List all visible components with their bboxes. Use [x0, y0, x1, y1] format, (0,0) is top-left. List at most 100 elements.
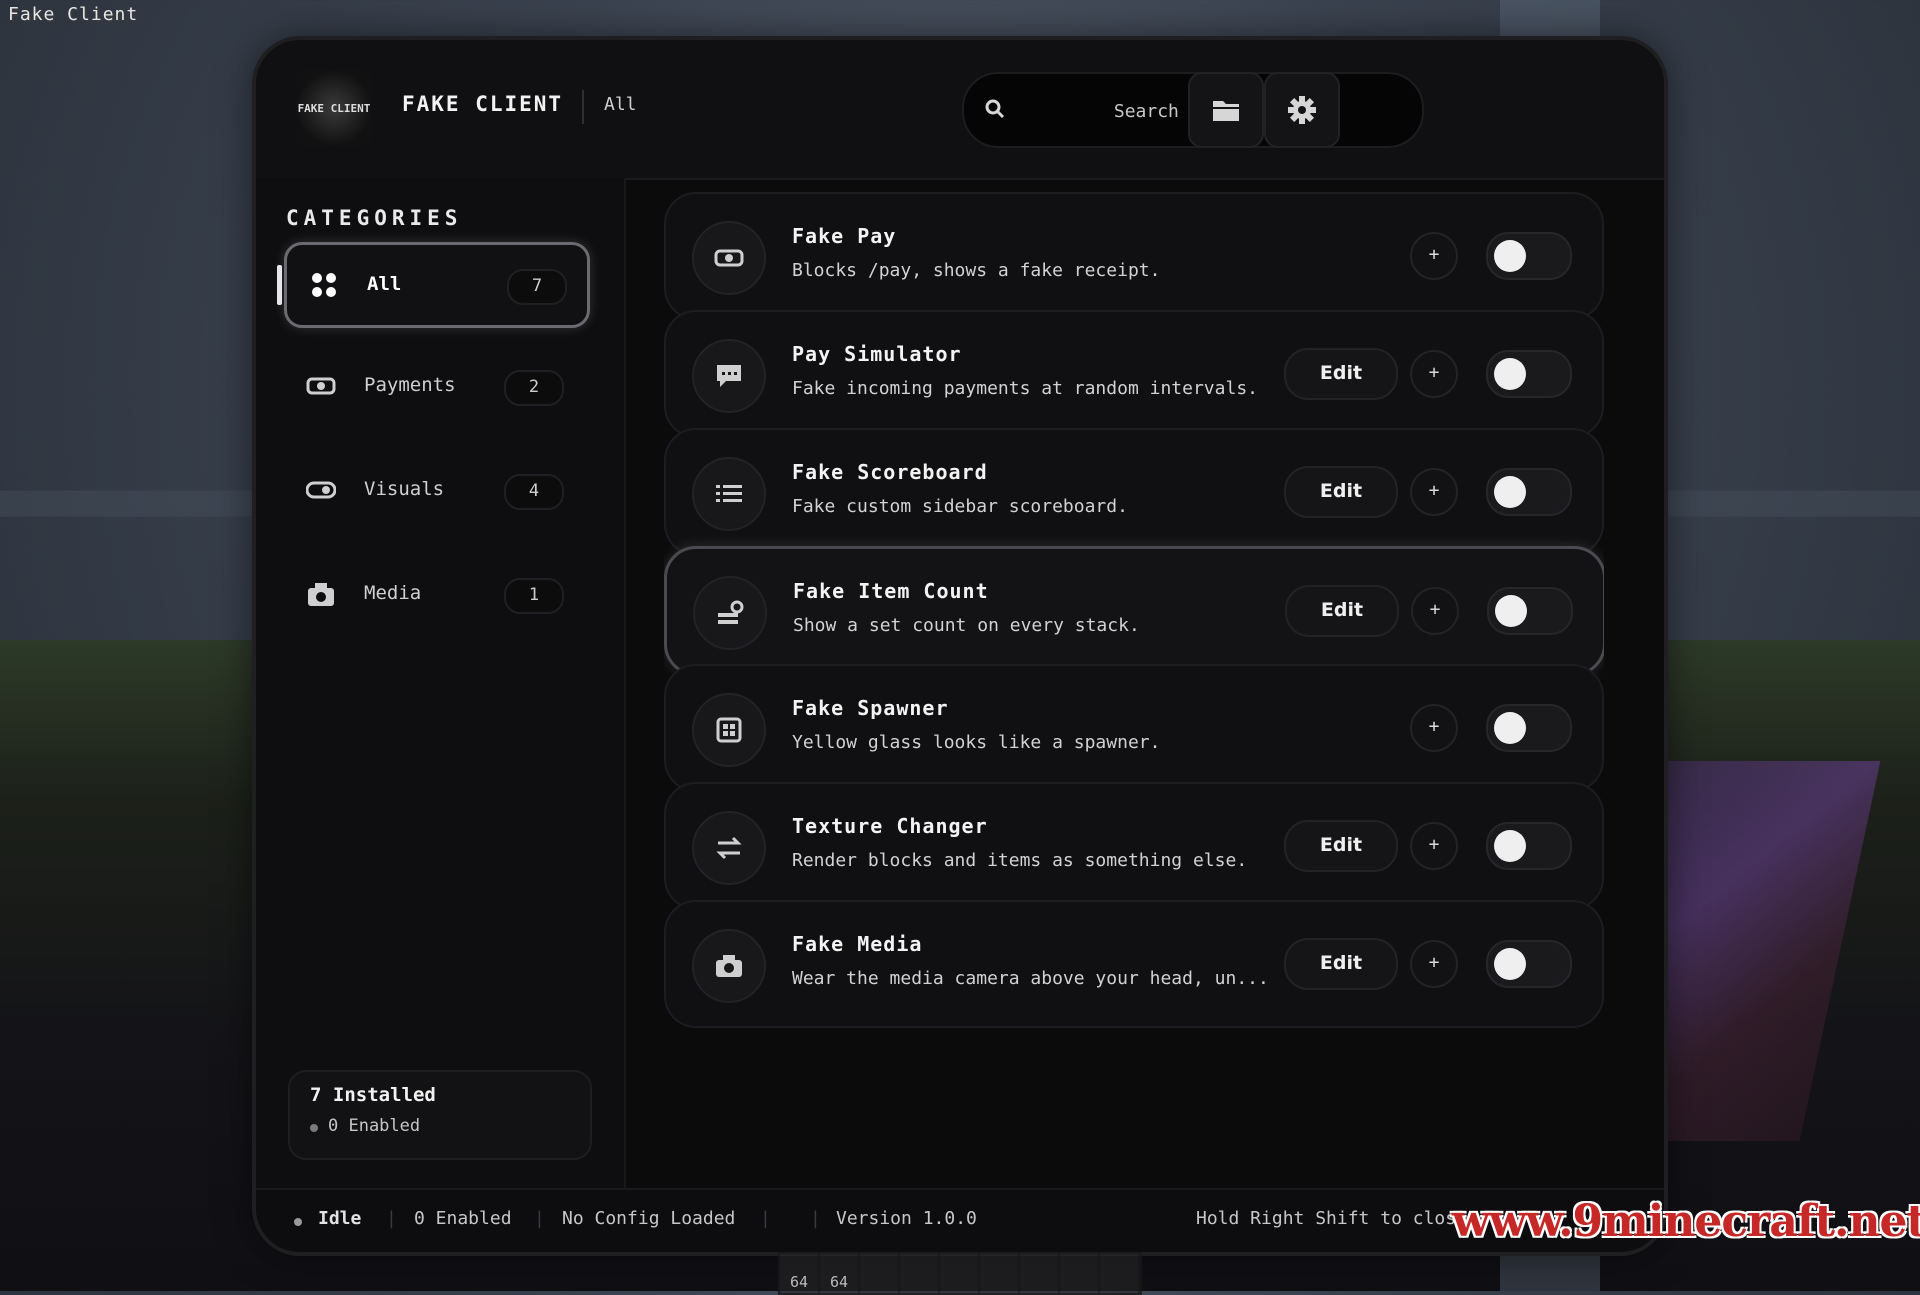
hotbar-slot: [1100, 1254, 1140, 1293]
toggle-knob: [1494, 358, 1526, 390]
divider: |: [386, 1208, 397, 1229]
add-button[interactable]: +: [1410, 704, 1458, 752]
category-visuals[interactable]: Visuals 4: [284, 450, 584, 530]
logo: FAKE CLIENT: [296, 70, 372, 146]
module-toggle[interactable]: [1486, 468, 1572, 516]
module-card-texture-changer[interactable]: Texture Changer Render blocks and items …: [664, 782, 1604, 910]
hotbar-slot: 64: [780, 1254, 820, 1293]
category-label: All: [367, 273, 402, 295]
module-name: Texture Changer: [792, 814, 988, 838]
add-button[interactable]: +: [1410, 940, 1458, 988]
hotbar-slot: [1020, 1254, 1060, 1293]
toggle-knob: [1494, 240, 1526, 272]
close-hint: Hold Right Shift to close: [1196, 1208, 1467, 1229]
module-list: Fake Pay Blocks /pay, shows a fake recei…: [664, 192, 1604, 1190]
stack-icon: [693, 576, 767, 650]
hotbar-slot: 64: [820, 1254, 860, 1293]
module-card-fake-media[interactable]: Fake Media Wear the media camera above y…: [664, 900, 1604, 1028]
module-toggle[interactable]: [1486, 940, 1572, 988]
module-description: Fake custom sidebar scoreboard.: [792, 496, 1128, 517]
version-text: Version 1.0.0: [836, 1208, 977, 1229]
categories-heading: CATEGORIES: [286, 206, 463, 230]
search-icon: [985, 99, 1005, 119]
module-toggle[interactable]: [1486, 232, 1572, 280]
category-count: 1: [504, 578, 564, 614]
status-dot: [294, 1218, 302, 1226]
module-card-pay-simulator[interactable]: Pay Simulator Fake incoming payments at …: [664, 310, 1604, 438]
cash-icon: [306, 377, 336, 395]
module-description: Wear the media camera above your head, u…: [792, 968, 1269, 989]
module-description: Show a set count on every stack.: [793, 615, 1140, 636]
installed-count: 7 Installed: [310, 1084, 436, 1106]
category-count: 4: [504, 474, 564, 510]
category-label: Media: [364, 582, 422, 604]
list-icon: [692, 457, 766, 531]
module-toggle[interactable]: [1487, 587, 1573, 635]
add-button[interactable]: +: [1410, 822, 1458, 870]
gear-icon: [1288, 96, 1316, 124]
module-name: Fake Spawner: [792, 696, 949, 720]
client-panel: FAKE CLIENT FAKE CLIENT All CATEGO: [256, 40, 1664, 1252]
cage-icon: [692, 693, 766, 767]
add-button[interactable]: +: [1410, 232, 1458, 280]
edit-button[interactable]: Edit: [1284, 938, 1398, 990]
toggle-knob: [1494, 476, 1526, 508]
hotbar-slot: [1060, 1254, 1100, 1293]
active-indicator: [277, 265, 282, 305]
grid-icon: [312, 273, 336, 297]
camera-icon: [308, 583, 334, 606]
category-payments[interactable]: Payments 2: [284, 346, 584, 426]
add-button[interactable]: +: [1410, 468, 1458, 516]
camera-icon: [692, 929, 766, 1003]
module-description: Render blocks and items as something els…: [792, 850, 1248, 871]
module-card-fake-item-count[interactable]: Fake Item Count Show a set count on ever…: [664, 546, 1604, 676]
module-description: Yellow glass looks like a spawner.: [792, 732, 1161, 753]
module-name: Pay Simulator: [792, 342, 962, 366]
module-name: Fake Media: [792, 932, 923, 956]
folder-button[interactable]: [1188, 72, 1264, 148]
breadcrumb: All: [604, 94, 637, 115]
hotbar-slot: [980, 1254, 1020, 1293]
header: FAKE CLIENT FAKE CLIENT All: [256, 40, 1664, 180]
toggle-knob: [1494, 948, 1526, 980]
module-toggle[interactable]: [1486, 350, 1572, 398]
module-card-fake-pay[interactable]: Fake Pay Blocks /pay, shows a fake recei…: [664, 192, 1604, 320]
divider: |: [534, 1208, 545, 1229]
hotbar-slot: [900, 1254, 940, 1293]
brand-title: FAKE CLIENT: [402, 92, 564, 116]
watermark: www.9minecraft.net: [1452, 1196, 1920, 1247]
category-count: 2: [504, 370, 564, 406]
enabled-status: 0 Enabled: [414, 1208, 512, 1229]
edit-button[interactable]: Edit: [1284, 348, 1398, 400]
add-button[interactable]: +: [1411, 587, 1459, 635]
settings-button[interactable]: [1264, 72, 1340, 148]
divider: |: [760, 1208, 771, 1229]
toggle-knob: [1495, 595, 1527, 627]
window-title: Fake Client: [8, 4, 139, 25]
edit-button[interactable]: Edit: [1284, 820, 1398, 872]
divider: [582, 90, 584, 124]
enabled-count: 0 Enabled: [328, 1116, 421, 1136]
hotbar: 64 64: [778, 1252, 1142, 1295]
folder-icon: [1213, 101, 1239, 121]
add-button[interactable]: +: [1410, 350, 1458, 398]
category-all[interactable]: All 7: [277, 242, 590, 328]
module-toggle[interactable]: [1486, 822, 1572, 870]
status-dot: [310, 1124, 318, 1132]
module-name: Fake Pay: [792, 224, 897, 248]
status-text: Idle: [318, 1208, 362, 1229]
module-card-fake-spawner[interactable]: Fake Spawner Yellow glass looks like a s…: [664, 664, 1604, 792]
category-label: Payments: [364, 374, 456, 396]
module-summary: 7 Installed 0 Enabled: [288, 1070, 592, 1160]
module-name: Fake Scoreboard: [792, 460, 988, 484]
module-toggle[interactable]: [1486, 704, 1572, 752]
module-card-fake-scoreboard[interactable]: Fake Scoreboard Fake custom sidebar scor…: [664, 428, 1604, 556]
category-media[interactable]: Media 1: [284, 554, 584, 634]
toggle-icon: [306, 481, 336, 499]
edit-button[interactable]: Edit: [1285, 585, 1399, 637]
module-description: Blocks /pay, shows a fake receipt.: [792, 260, 1161, 281]
category-count: 7: [507, 269, 567, 305]
toggle-knob: [1494, 830, 1526, 862]
edit-button[interactable]: Edit: [1284, 466, 1398, 518]
hotbar-slot: [940, 1254, 980, 1293]
